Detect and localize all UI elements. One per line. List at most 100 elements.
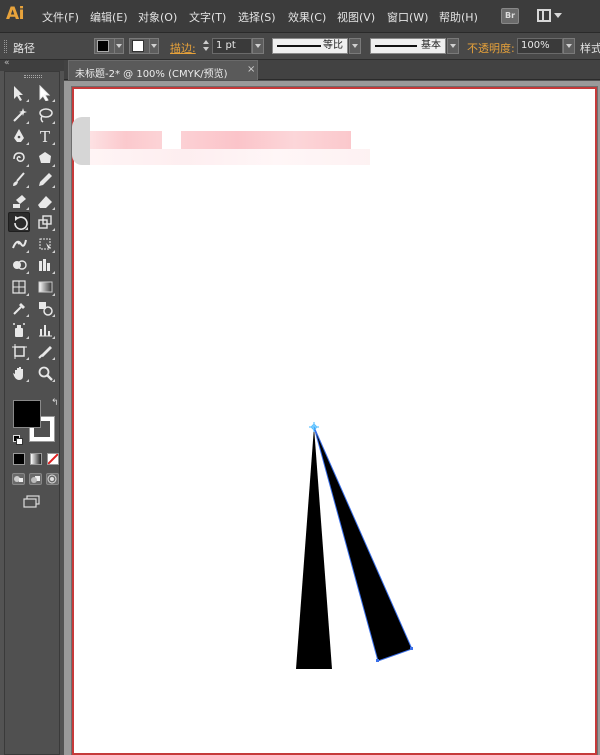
arrange-documents-button[interactable] xyxy=(537,8,563,24)
fill-dropdown[interactable] xyxy=(114,39,123,53)
symbol-sprayer-tool[interactable] xyxy=(8,320,30,340)
blob-brush-tool[interactable] xyxy=(8,191,30,211)
tools-panel-header: « xyxy=(0,58,64,71)
swap-fill-stroke-icon[interactable]: ↰ xyxy=(51,398,59,408)
slice-tool[interactable] xyxy=(34,341,56,361)
polygon-tool[interactable] xyxy=(34,148,56,168)
close-icon[interactable]: × xyxy=(247,64,255,75)
stroke-color-control[interactable] xyxy=(129,38,159,54)
artboard-tool[interactable] xyxy=(8,341,30,361)
more-tools-indicator xyxy=(52,163,55,167)
stroke-dropdown[interactable] xyxy=(149,39,158,53)
style-label[interactable]: 样式 xyxy=(580,40,600,56)
more-tools-indicator xyxy=(52,271,55,274)
spinner-down-icon[interactable] xyxy=(203,47,209,51)
gradient-tool[interactable] xyxy=(34,277,56,297)
selection-type-label: 路径 xyxy=(13,42,35,55)
chevron-down-icon xyxy=(554,13,562,18)
column-graph-tool[interactable] xyxy=(34,320,56,340)
pencil-tool[interactable] xyxy=(34,169,56,189)
change-screen-mode-button[interactable] xyxy=(23,495,41,509)
hand-tool[interactable] xyxy=(8,363,30,383)
brush-definition-select[interactable]: 基本 xyxy=(370,38,446,54)
opacity-dropdown[interactable] xyxy=(563,38,575,54)
chevron-down-icon xyxy=(352,44,358,48)
draw-behind-button[interactable] xyxy=(29,473,42,485)
fill-color-box[interactable] xyxy=(13,400,41,428)
tools-panel: « T ↰ xyxy=(0,58,64,755)
opacity-input[interactable]: 100% xyxy=(517,38,563,54)
panel-grip[interactable] xyxy=(4,40,7,53)
stroke-weight-stepper[interactable] xyxy=(201,38,211,54)
free-transform-tool[interactable] xyxy=(34,234,56,254)
chart-tool[interactable] xyxy=(34,255,56,275)
stroke-panel-link[interactable]: 描边: xyxy=(170,40,196,56)
more-tools-indicator xyxy=(26,206,29,210)
menu-window[interactable]: 窗口(W) xyxy=(387,9,428,25)
collapse-panel-icon[interactable]: « xyxy=(4,58,10,68)
draw-normal-button[interactable] xyxy=(12,473,25,485)
menu-help[interactable]: 帮助(H) xyxy=(439,9,478,25)
menu-view[interactable]: 视图(V) xyxy=(337,9,375,25)
more-tools-indicator xyxy=(26,120,29,124)
shape-builder-tool[interactable] xyxy=(8,255,30,275)
profile-dropdown[interactable] xyxy=(349,38,361,54)
menu-effect[interactable]: 效果(C) xyxy=(288,9,326,25)
menu-select[interactable]: 选择(S) xyxy=(238,9,276,25)
menu-bar: Ai 文件(F) 编辑(E) 对象(O) 文字(T) 选择(S) 效果(C) 视… xyxy=(0,0,600,33)
panel-grip[interactable] xyxy=(24,75,42,78)
more-tools-indicator xyxy=(52,142,55,145)
rotate-origin-marker[interactable] xyxy=(309,422,319,432)
direct-selection-tool[interactable] xyxy=(34,83,56,103)
brush-label: 基本 xyxy=(421,40,441,51)
scale-tool[interactable] xyxy=(34,212,56,232)
magic-wand-tool[interactable] xyxy=(8,105,30,125)
artboard[interactable] xyxy=(71,86,598,755)
zoom-tool[interactable] xyxy=(34,363,56,383)
anchor-point[interactable] xyxy=(410,647,413,650)
paintbrush-tool[interactable] xyxy=(8,169,30,189)
more-tools-indicator xyxy=(52,292,55,296)
more-tools-indicator xyxy=(52,378,55,382)
fill-color-control[interactable] xyxy=(94,38,124,54)
profile-label: 等比 xyxy=(323,40,343,51)
document-tab[interactable]: 未标题-2* @ 100% (CMYK/预览) × xyxy=(68,60,258,80)
more-tools-indicator xyxy=(26,249,29,253)
width-tool[interactable] xyxy=(8,234,30,254)
type-tool[interactable]: T xyxy=(34,126,56,146)
eyedropper-tool[interactable] xyxy=(8,298,30,318)
artwork xyxy=(296,422,413,669)
brush-dropdown[interactable] xyxy=(447,38,459,54)
blend-tool[interactable] xyxy=(34,298,56,318)
spinner-up-icon[interactable] xyxy=(203,40,209,44)
color-mode-button[interactable] xyxy=(13,453,25,465)
document-tab-bar: 未标题-2* @ 100% (CMYK/预览) × xyxy=(64,60,600,80)
selection-tool[interactable] xyxy=(8,83,30,103)
spiral-tool[interactable] xyxy=(8,148,30,168)
canvas-area[interactable] xyxy=(64,81,600,755)
menu-edit[interactable]: 编辑(E) xyxy=(90,9,128,25)
bridge-button[interactable]: Br xyxy=(501,8,519,24)
none-mode-button[interactable] xyxy=(47,453,59,465)
opacity-panel-link[interactable]: 不透明度: xyxy=(467,40,515,56)
more-tools-indicator xyxy=(26,292,29,296)
more-tools-indicator xyxy=(52,99,55,102)
lasso-tool[interactable] xyxy=(34,105,56,125)
rotate-tool[interactable] xyxy=(8,212,30,232)
anchor-point[interactable] xyxy=(376,659,379,662)
eraser-tool[interactable] xyxy=(34,191,56,211)
pen-tool[interactable] xyxy=(8,126,30,146)
menu-type[interactable]: 文字(T) xyxy=(189,9,226,25)
stroke-weight-input[interactable]: 1 pt xyxy=(212,38,252,54)
more-tools-indicator xyxy=(52,357,55,360)
gradient-mode-button[interactable] xyxy=(30,453,42,465)
variable-width-profile-select[interactable]: 等比 xyxy=(272,38,348,54)
mesh-tool[interactable] xyxy=(8,277,30,297)
more-tools-indicator xyxy=(52,228,55,231)
arrange-documents-icon xyxy=(537,9,551,22)
default-fill-stroke-icon[interactable] xyxy=(13,435,23,445)
draw-inside-button[interactable] xyxy=(46,473,59,485)
stroke-weight-dropdown[interactable] xyxy=(252,38,264,54)
menu-file[interactable]: 文件(F) xyxy=(42,9,79,25)
menu-object[interactable]: 对象(O) xyxy=(138,9,177,25)
